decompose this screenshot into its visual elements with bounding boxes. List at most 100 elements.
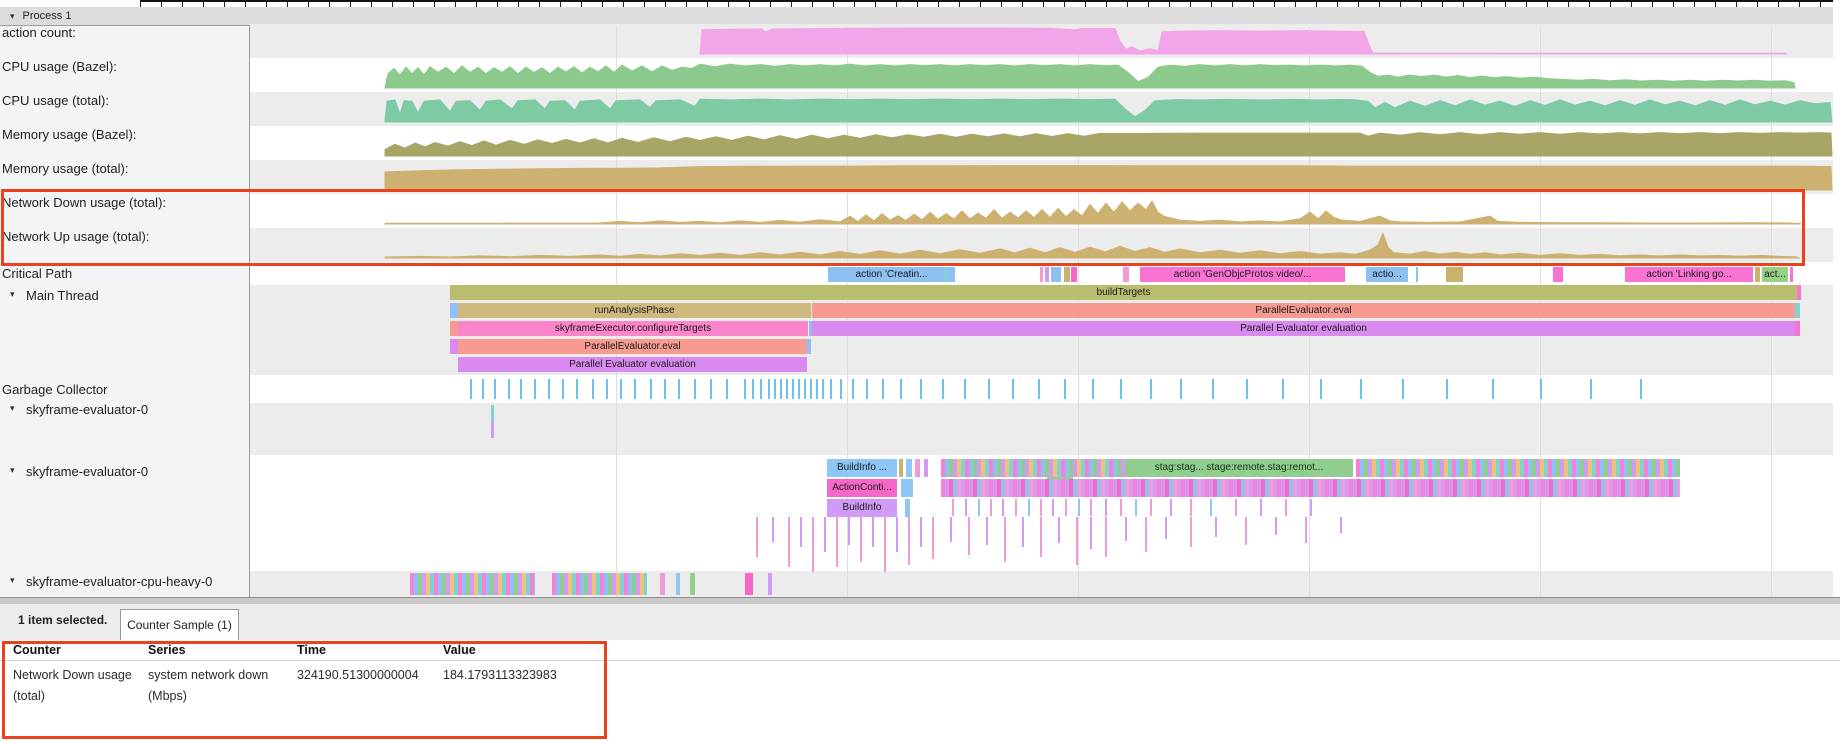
critical-path-slice[interactable]: action 'GenObjcProtos video/... bbox=[1140, 267, 1345, 282]
cpu-heavy-slice[interactable] bbox=[676, 573, 680, 595]
skyframe-slice-cluster[interactable] bbox=[941, 479, 1680, 497]
skyframe-slice[interactable]: BuildInfo ... bbox=[827, 459, 897, 477]
chart-cpu-bazel[interactable] bbox=[250, 58, 1833, 92]
critical-path-slice[interactable]: action 'Linking go... bbox=[1625, 267, 1753, 282]
gc-tick[interactable] bbox=[768, 379, 770, 399]
collapse-arrow-icon[interactable]: ▾ bbox=[10, 289, 15, 300]
main-thread-slice[interactable] bbox=[1797, 285, 1801, 300]
critical-path-slice[interactable] bbox=[1045, 267, 1049, 282]
skyframe-line[interactable] bbox=[872, 517, 874, 547]
gc-tick[interactable] bbox=[780, 379, 782, 399]
main-thread-slice[interactable]: ParallelEvaluator.eval bbox=[458, 339, 807, 354]
skyframe-line[interactable] bbox=[1090, 517, 1092, 549]
skyframe-line[interactable] bbox=[1076, 517, 1078, 565]
gc-tick[interactable] bbox=[1360, 379, 1362, 399]
gc-tick[interactable] bbox=[804, 379, 806, 399]
gc-tick[interactable] bbox=[1092, 379, 1094, 399]
skyframe-line[interactable] bbox=[836, 517, 838, 567]
critical-path-slice[interactable] bbox=[1051, 267, 1061, 282]
skyframe-slice[interactable]: BuildInfo bbox=[827, 499, 897, 517]
gc-tick[interactable] bbox=[534, 379, 536, 399]
gc-tick[interactable] bbox=[1320, 379, 1322, 399]
gc-tick[interactable] bbox=[694, 379, 696, 399]
skyframe-line[interactable] bbox=[978, 499, 980, 516]
gc-tick[interactable] bbox=[1282, 379, 1284, 399]
skyframe-line[interactable] bbox=[1015, 499, 1017, 516]
sidebar-track-label[interactable]: ▾skyframe-evaluator-0 bbox=[26, 464, 148, 479]
gc-tick[interactable] bbox=[964, 379, 966, 399]
skyframe-line[interactable] bbox=[1125, 517, 1127, 541]
main-thread-slice[interactable]: buildTargets bbox=[450, 285, 1797, 300]
chart-mem-bazel[interactable] bbox=[250, 126, 1833, 160]
gc-tick[interactable] bbox=[760, 379, 762, 399]
gc-tick[interactable] bbox=[752, 379, 754, 399]
cpu-heavy-slice[interactable] bbox=[768, 573, 772, 595]
main-thread-slice[interactable] bbox=[1795, 303, 1800, 318]
skyframe-line[interactable] bbox=[800, 517, 802, 547]
cpu-heavy-slice[interactable] bbox=[660, 573, 665, 595]
chart-action-count[interactable] bbox=[250, 24, 1833, 58]
gc-tick[interactable] bbox=[786, 379, 788, 399]
skyframe-slice[interactable] bbox=[924, 459, 928, 477]
gc-tick[interactable] bbox=[678, 379, 680, 399]
gc-tick[interactable] bbox=[548, 379, 550, 399]
gc-tick[interactable] bbox=[494, 379, 496, 399]
main-thread-slice[interactable] bbox=[450, 321, 458, 336]
chart-net-down[interactable] bbox=[250, 194, 1833, 228]
collapse-arrow-icon[interactable]: ▾ bbox=[10, 575, 15, 586]
skyframe-line[interactable] bbox=[788, 517, 790, 567]
tab-counter-sample[interactable]: Counter Sample (1) bbox=[120, 609, 239, 641]
gc-tick[interactable] bbox=[1402, 379, 1404, 399]
gc-tick[interactable] bbox=[1492, 379, 1494, 399]
gc-tick[interactable] bbox=[900, 379, 902, 399]
collapse-arrow-icon[interactable]: ▾ bbox=[10, 403, 15, 414]
chart-cpu-total[interactable] bbox=[250, 92, 1833, 126]
gc-tick[interactable] bbox=[470, 379, 472, 399]
skyframe-slice[interactable] bbox=[901, 479, 913, 497]
critical-path-slice[interactable]: action 'Creatin... bbox=[828, 267, 955, 282]
main-thread-slice[interactable] bbox=[450, 303, 458, 318]
gc-tick[interactable] bbox=[852, 379, 854, 399]
gc-tick[interactable] bbox=[664, 379, 666, 399]
skyframe-line[interactable] bbox=[1215, 517, 1217, 537]
main-thread-slice[interactable]: Parallel Evaluator evaluation bbox=[812, 321, 1795, 336]
gc-tick[interactable] bbox=[1446, 379, 1448, 399]
skyframe-line[interactable] bbox=[950, 517, 952, 542]
skyframe-line[interactable] bbox=[908, 517, 910, 565]
skyframe-line[interactable] bbox=[1340, 517, 1342, 533]
gc-tick[interactable] bbox=[710, 379, 712, 399]
critical-path-slice[interactable] bbox=[944, 267, 947, 282]
gc-tick[interactable] bbox=[816, 379, 818, 399]
gc-tick[interactable] bbox=[1180, 379, 1182, 399]
skyframe-line[interactable] bbox=[1305, 517, 1307, 543]
gc-tick[interactable] bbox=[744, 379, 746, 399]
gc-tick[interactable] bbox=[822, 379, 824, 399]
gc-tick[interactable] bbox=[1012, 379, 1014, 399]
critical-path-slice[interactable] bbox=[1790, 267, 1793, 282]
skyframe-slice[interactable] bbox=[899, 459, 903, 477]
chart-net-up[interactable] bbox=[250, 228, 1833, 262]
skyframe-slice-cluster[interactable] bbox=[941, 459, 1125, 477]
gc-tick[interactable] bbox=[1246, 379, 1248, 399]
main-thread-slice[interactable]: skyframeExecutor.configureTargets bbox=[458, 321, 808, 336]
skyframe-line[interactable] bbox=[952, 499, 954, 516]
gc-tick[interactable] bbox=[798, 379, 800, 399]
critical-path-slice[interactable]: act... bbox=[1762, 267, 1788, 282]
skyframe-line[interactable] bbox=[932, 517, 934, 559]
skyframe-slice-cluster[interactable] bbox=[1356, 459, 1680, 477]
skyframe-line[interactable] bbox=[968, 517, 970, 555]
gc-tick[interactable] bbox=[726, 379, 728, 399]
gc-tick[interactable] bbox=[508, 379, 510, 399]
skyframe-slice[interactable] bbox=[491, 405, 494, 421]
skyframe-slice[interactable] bbox=[915, 459, 920, 477]
critical-path-slice[interactable] bbox=[1123, 267, 1129, 282]
skyframe-line[interactable] bbox=[1135, 499, 1137, 516]
skyframe-line[interactable] bbox=[1078, 499, 1080, 516]
collapse-arrow-icon[interactable]: ▾ bbox=[10, 7, 15, 25]
gc-tick[interactable] bbox=[774, 379, 776, 399]
skyframe-line[interactable] bbox=[1170, 499, 1172, 516]
skyframe-slice[interactable] bbox=[905, 499, 910, 517]
skyframe-line[interactable] bbox=[756, 517, 758, 557]
skyframe-line[interactable] bbox=[1090, 499, 1092, 516]
gc-tick[interactable] bbox=[1120, 379, 1122, 399]
